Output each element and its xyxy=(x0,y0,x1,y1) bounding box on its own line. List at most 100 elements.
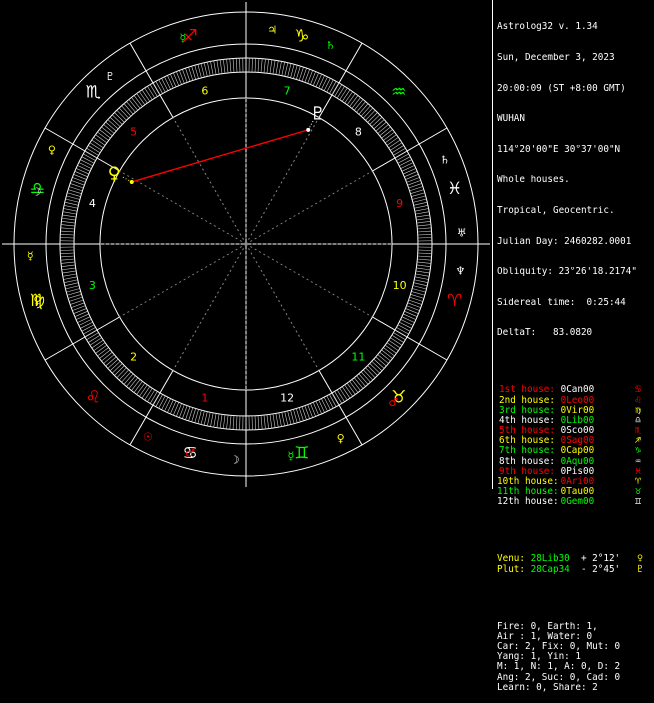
degree-tick xyxy=(270,60,272,74)
degree-tick xyxy=(404,171,417,176)
planet-icon: ♇ xyxy=(637,565,643,575)
degree-tick xyxy=(332,393,339,405)
degree-tick xyxy=(60,256,74,257)
degree-tick xyxy=(97,348,108,356)
stats-line: Fire: 0, Earth: 1, xyxy=(497,622,652,632)
info-panel: Astrolog32 v. 1.34 Sun, December 3, 2023… xyxy=(497,2,652,703)
degree-tick xyxy=(389,140,401,148)
degree-tick xyxy=(211,413,214,427)
house-spoke xyxy=(120,244,246,317)
chart-date: Sun, December 3, 2023 xyxy=(497,53,652,63)
venus-dot xyxy=(130,180,134,184)
leo-sign-icon: ♌ xyxy=(86,388,101,408)
gemini-sign-icon: ♊ xyxy=(294,444,309,464)
degree-tick xyxy=(236,58,237,72)
degree-tick xyxy=(359,374,368,385)
degree-tick xyxy=(385,345,396,353)
degree-tick xyxy=(363,370,373,380)
degree-tick xyxy=(354,378,363,389)
degree-tick xyxy=(63,212,77,214)
house-system: Whole houses. xyxy=(497,175,652,185)
degree-tick xyxy=(67,193,80,197)
degree-tick xyxy=(276,413,278,427)
degree-tick xyxy=(414,202,428,205)
degree-tick xyxy=(134,381,142,392)
degree-tick xyxy=(153,393,160,405)
degree-tick xyxy=(361,106,370,116)
degree-tick xyxy=(79,162,92,168)
degree-tick xyxy=(77,317,90,323)
degree-tick xyxy=(316,401,322,414)
degree-tick xyxy=(288,64,291,78)
degree-tick xyxy=(106,122,117,131)
degree-tick xyxy=(63,277,77,280)
degree-tick xyxy=(261,415,262,429)
house-name: 12th house: xyxy=(497,497,555,507)
chart-place: WUHAN xyxy=(497,114,652,124)
degree-tick xyxy=(387,137,398,145)
degree-tick xyxy=(82,157,94,164)
degree-tick xyxy=(112,363,122,373)
degree-tick xyxy=(416,215,430,217)
degree-tick xyxy=(398,157,410,164)
degree-tick xyxy=(412,289,426,293)
degree-tick xyxy=(62,218,76,220)
degree-tick xyxy=(342,387,350,399)
degree-tick xyxy=(273,414,275,428)
degree-tick xyxy=(382,129,393,138)
degree-tick xyxy=(159,396,166,408)
pisces-sign-icon: ♓ xyxy=(447,179,462,199)
degree-tick xyxy=(347,383,355,394)
degree-tick xyxy=(82,325,94,332)
moon-ruler-icon: ☽ xyxy=(230,454,240,467)
degree-tick xyxy=(167,400,173,413)
degree-tick xyxy=(77,165,90,171)
degree-tick xyxy=(101,352,112,361)
degree-tick xyxy=(410,190,423,194)
aries-sign-icon: ♈ xyxy=(447,291,462,311)
degree-tick xyxy=(142,90,150,102)
degree-tick xyxy=(110,361,120,371)
degree-tick xyxy=(413,199,427,202)
cusp-line xyxy=(45,317,119,360)
degree-tick xyxy=(293,65,297,78)
degree-tick xyxy=(198,410,202,424)
degree-tick xyxy=(378,124,389,133)
degree-tick xyxy=(63,274,77,276)
house-number: 7 xyxy=(284,84,291,97)
house-spoke xyxy=(246,171,372,244)
degree-tick xyxy=(321,77,327,90)
degree-tick xyxy=(337,390,344,402)
degree-tick xyxy=(75,171,88,176)
house-number: 1 xyxy=(201,392,208,405)
degree-tick xyxy=(61,265,75,267)
house-number: 4 xyxy=(89,197,96,210)
degree-tick xyxy=(365,110,375,120)
house-spoke xyxy=(246,244,372,317)
degree-tick xyxy=(114,366,124,376)
program-title: Astrolog32 v. 1.34 xyxy=(497,22,652,32)
degree-tick xyxy=(90,338,102,346)
degree-tick xyxy=(68,190,81,194)
degree-tick xyxy=(403,168,416,174)
degree-tick xyxy=(370,363,380,373)
degree-tick xyxy=(223,59,225,73)
pluto-planet-icon: ♇ xyxy=(310,103,326,124)
degree-tick xyxy=(399,160,411,166)
degree-tick xyxy=(296,66,300,79)
degree-tick xyxy=(204,63,207,77)
degree-tick xyxy=(131,97,140,108)
mercury-ruler-icon: ☿ xyxy=(179,31,186,44)
degree-tick xyxy=(399,322,411,328)
degree-tick xyxy=(60,231,74,232)
degree-tick xyxy=(214,61,216,75)
degree-tick xyxy=(66,289,80,293)
degree-tick xyxy=(129,378,138,389)
moon-ruler-icon: ☽ xyxy=(31,186,41,199)
degree-tick xyxy=(402,317,415,323)
degree-tick xyxy=(64,205,78,208)
degree-tick xyxy=(85,330,97,337)
degree-tick xyxy=(267,59,269,73)
degree-tick xyxy=(329,394,336,406)
degree-tick xyxy=(170,401,176,414)
